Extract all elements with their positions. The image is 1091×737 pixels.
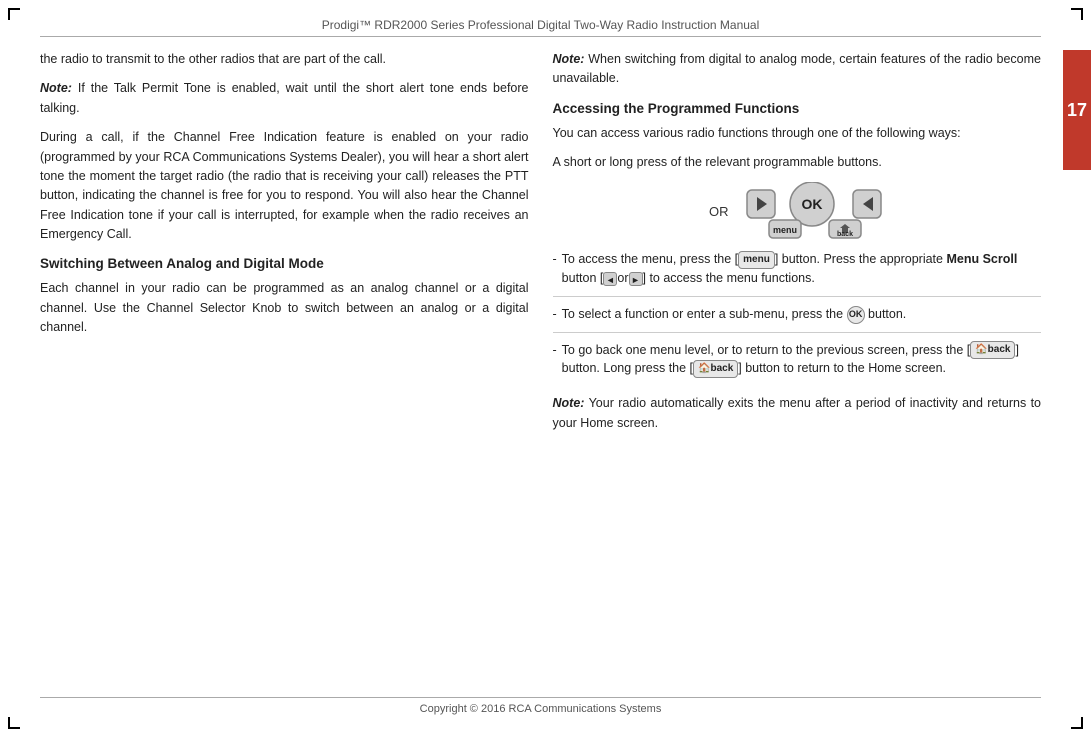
note1-text: If the Talk Permit Tone is enabled, wait… xyxy=(40,81,529,114)
nav-text-3: To go back one menu level, or to return … xyxy=(562,341,1041,379)
button-graphic-row: OR OK menu xyxy=(553,182,1042,242)
nav-dash-3: - xyxy=(553,341,557,379)
heading2-block: Switching Between Analog and Digital Mod… xyxy=(40,254,529,337)
body1-block: During a call, if the Channel Free Indic… xyxy=(40,128,529,244)
footer-text: Copyright © 2016 RCA Communications Syst… xyxy=(420,703,662,715)
header-title: Prodigi™ RDR2000 Series Professional Dig… xyxy=(322,18,760,32)
body3-text: You can access various radio functions t… xyxy=(553,126,961,140)
nav-item-1: - To access the menu, press the [menu] b… xyxy=(553,250,1042,297)
nav-dash-1: - xyxy=(553,250,557,288)
note3-label: Note: xyxy=(553,396,585,410)
left-column: the radio to transmit to the other radio… xyxy=(40,50,529,687)
body2-text: Each channel in your radio can be progra… xyxy=(40,281,529,334)
body4-block: A short or long press of the relevant pr… xyxy=(553,153,1042,172)
corner-tl xyxy=(8,8,20,20)
svg-text:back: back xyxy=(837,231,853,238)
heading3-block: Accessing the Programmed Functions You c… xyxy=(553,99,1042,143)
note2-block: Note: When switching from digital to ana… xyxy=(553,50,1042,89)
svg-text:OK: OK xyxy=(801,196,822,212)
note2-label: Note: xyxy=(553,52,585,66)
page-header: Prodigi™ RDR2000 Series Professional Dig… xyxy=(40,18,1041,37)
svg-text:menu: menu xyxy=(772,225,796,235)
intro-text: the radio to transmit to the other radio… xyxy=(40,52,386,66)
page-footer: Copyright © 2016 RCA Communications Syst… xyxy=(40,697,1041,715)
heading2: Switching Between Analog and Digital Mod… xyxy=(40,254,529,275)
menu-button-inline: menu xyxy=(738,251,775,269)
intro-text-block: the radio to transmit to the other radio… xyxy=(40,50,529,69)
left-arrow-btn-inline: ◄ xyxy=(603,272,617,286)
corner-tr xyxy=(1071,8,1083,20)
note3-block: Note: Your radio automatically exits the… xyxy=(553,394,1042,433)
corner-bl xyxy=(8,717,20,729)
note3-text: Your radio automatically exits the menu … xyxy=(553,396,1042,429)
nav-dash-2: - xyxy=(553,305,557,324)
right-arrow-btn-inline: ► xyxy=(629,272,643,286)
nav-list: - To access the menu, press the [menu] b… xyxy=(553,250,1042,386)
right-column: Note: When switching from digital to ana… xyxy=(553,50,1042,687)
page-number: 17 xyxy=(1067,100,1087,121)
body1-text: During a call, if the Channel Free Indic… xyxy=(40,130,529,241)
ok-button-inline: OK xyxy=(847,306,865,324)
note1-block: Note: If the Talk Permit Tone is enabled… xyxy=(40,79,529,118)
note1-label: Note: xyxy=(40,81,72,95)
back-button-inline-2: 🏠back xyxy=(693,360,738,378)
or-label: OR xyxy=(709,202,729,222)
nav-text-1: To access the menu, press the [menu] but… xyxy=(562,250,1041,288)
content-area: the radio to transmit to the other radio… xyxy=(40,50,1041,687)
nav-item-2: - To select a function or enter a sub-me… xyxy=(553,305,1042,333)
note2-text: When switching from digital to analog mo… xyxy=(553,52,1042,85)
corner-br xyxy=(1071,717,1083,729)
nav-item-3: - To go back one menu level, or to retur… xyxy=(553,341,1042,387)
page-container: 17 Prodigi™ RDR2000 Series Professional … xyxy=(0,0,1091,737)
menu-scroll-label: Menu Scroll xyxy=(946,252,1017,266)
nav-text-2: To select a function or enter a sub-menu… xyxy=(562,305,1041,324)
button-cluster-svg: OK menu back xyxy=(745,182,885,242)
body4-text: A short or long press of the relevant pr… xyxy=(553,155,882,169)
red-page-tab: 17 xyxy=(1063,50,1091,170)
back-button-inline-1: 🏠back xyxy=(970,341,1015,359)
heading3: Accessing the Programmed Functions xyxy=(553,99,1042,120)
